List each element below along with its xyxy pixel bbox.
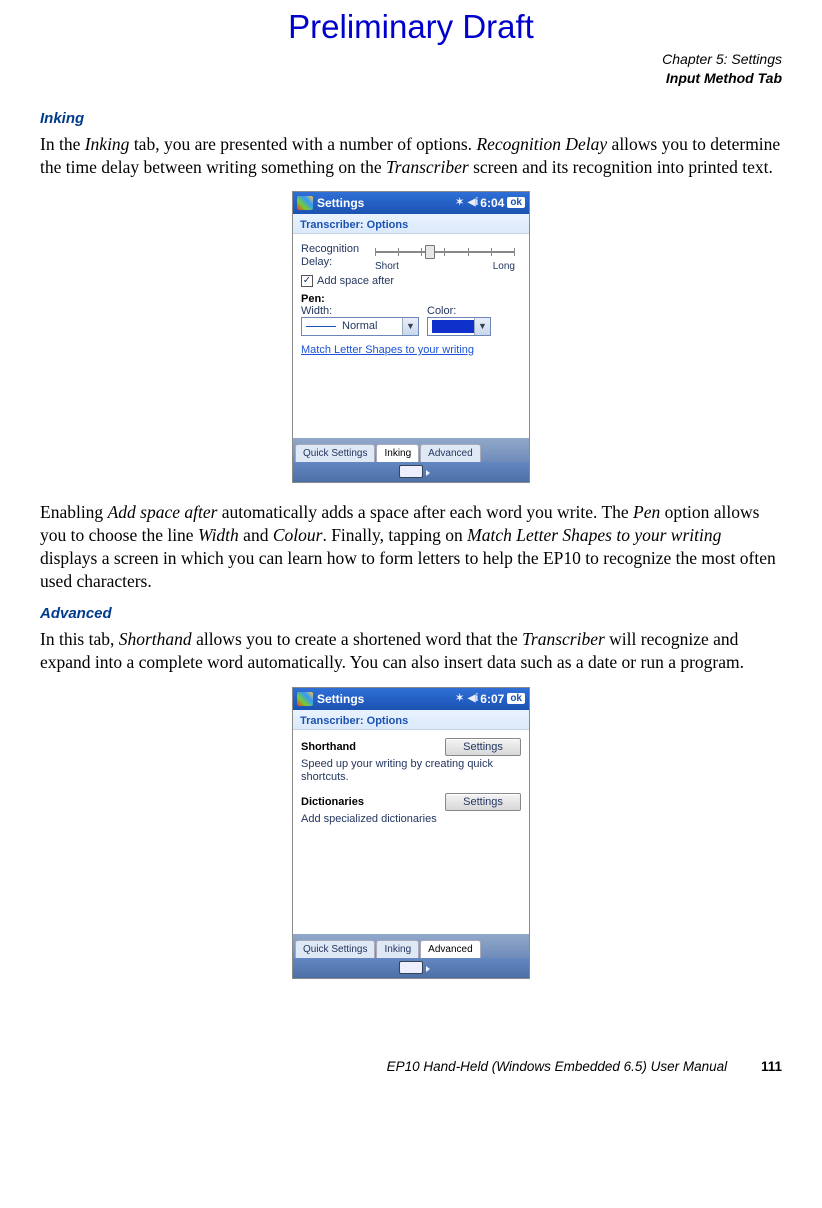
add-space-label: Add space after [317, 275, 394, 287]
connectivity-icon: ✶ [455, 197, 463, 208]
recognition-delay-slider[interactable] [369, 243, 521, 263]
color-label: Color: [427, 305, 491, 317]
dictionaries-label: Dictionaries [301, 796, 364, 808]
manual-title: EP10 Hand-Held (Windows Embedded 6.5) Us… [387, 1059, 728, 1074]
pen-width-dropdown[interactable]: Normal ▼ [301, 317, 419, 336]
chapter-line: Chapter 5: Settings [40, 50, 782, 69]
ok-button[interactable]: ok [507, 693, 525, 704]
width-label: Width: [301, 305, 419, 317]
tab-inking[interactable]: Inking [376, 444, 419, 462]
inking-heading: Inking [40, 110, 782, 127]
windows-flag-icon [297, 692, 313, 706]
pen-width-preview-icon [306, 326, 336, 327]
dictionaries-description: Add specialized dictionaries [301, 813, 521, 827]
keyboard-icon [399, 961, 423, 974]
connectivity-icon: ✶ [455, 693, 463, 704]
shorthand-description: Speed up your writing by creating quick … [301, 758, 521, 786]
match-letter-shapes-link[interactable]: Match Letter Shapes to your writing [301, 344, 474, 356]
screenshot-inking: Settings ✶ ◀ἰ 6:04 ok Transcriber: Optio… [292, 191, 530, 483]
pen-color-dropdown[interactable]: ▼ [427, 317, 491, 336]
shorthand-label: Shorthand [301, 741, 356, 753]
dictionaries-settings-button[interactable]: Settings [445, 793, 521, 811]
tab-bar: Quick Settings Inking Advanced [293, 934, 529, 958]
titlebar-label: Settings [317, 196, 364, 210]
screenshot-advanced: Settings ✶ ◀ἰ 6:07 ok Transcriber: Optio… [292, 687, 530, 979]
sip-bar[interactable] [293, 958, 529, 978]
chevron-down-icon: ▼ [402, 318, 418, 335]
volume-icon: ◀ἰ [468, 197, 478, 208]
tab-quick-settings[interactable]: Quick Settings [295, 444, 375, 462]
volume-icon: ◀ἰ [468, 693, 478, 704]
tab-advanced[interactable]: Advanced [420, 940, 480, 958]
preliminary-draft-title: Preliminary Draft [40, 8, 782, 46]
shorthand-settings-button[interactable]: Settings [445, 738, 521, 756]
clock-time: 6:04 [480, 196, 504, 210]
clock-time: 6:07 [480, 692, 504, 706]
tab-inking[interactable]: Inking [376, 940, 419, 958]
titlebar: Settings ✶ ◀ἰ 6:07 ok [293, 688, 529, 710]
pen-width-value: Normal [342, 320, 377, 332]
advanced-heading: Advanced [40, 605, 782, 622]
screen-subtitle: Transcriber: Options [293, 710, 529, 730]
checkbox-checked-icon: ✓ [301, 275, 313, 287]
titlebar-label: Settings [317, 692, 364, 706]
add-space-checkbox[interactable]: ✓ Add space after [301, 275, 521, 287]
advanced-paragraph: In this tab, Shorthand allows you to cre… [40, 628, 782, 674]
sip-bar[interactable] [293, 462, 529, 482]
pen-heading: Pen: [301, 293, 521, 305]
keyboard-icon [399, 465, 423, 478]
page-number: 111 [761, 1059, 782, 1074]
chapter-header: Chapter 5: Settings Input Method Tab [40, 50, 782, 88]
tab-quick-settings[interactable]: Quick Settings [295, 940, 375, 958]
chevron-down-icon: ▼ [474, 318, 490, 335]
recognition-delay-label: Recognition Delay: [301, 243, 369, 268]
inking-paragraph-1: In the Inking tab, you are presented wit… [40, 133, 782, 179]
ok-button[interactable]: ok [507, 197, 525, 208]
tab-advanced[interactable]: Advanced [420, 444, 480, 462]
inking-paragraph-2: Enabling Add space after automatically a… [40, 501, 782, 593]
chapter-section: Input Method Tab [40, 69, 782, 88]
titlebar: Settings ✶ ◀ἰ 6:04 ok [293, 192, 529, 214]
tab-bar: Quick Settings Inking Advanced [293, 438, 529, 462]
windows-flag-icon [297, 196, 313, 210]
screen-subtitle: Transcriber: Options [293, 214, 529, 234]
page-footer: EP10 Hand-Held (Windows Embedded 6.5) Us… [40, 1059, 782, 1074]
